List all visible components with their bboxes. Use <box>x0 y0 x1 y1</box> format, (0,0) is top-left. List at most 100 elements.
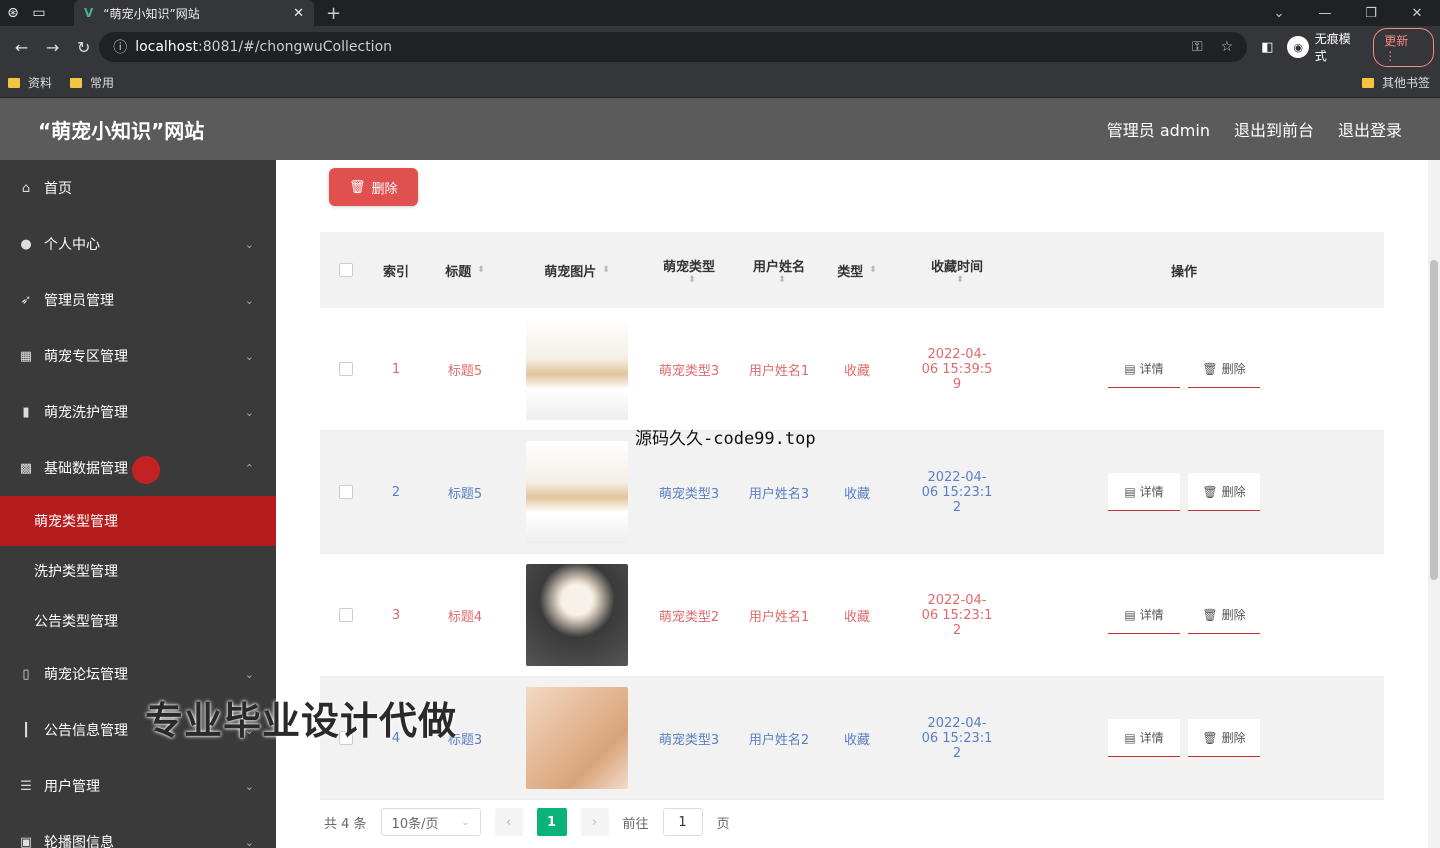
chevron-down-icon: ⌄ <box>244 237 254 251</box>
scroll-thumb[interactable] <box>1430 260 1438 580</box>
sort-icon[interactable]: ⬍ <box>602 265 610 275</box>
detail-button[interactable]: ▤ 详情 <box>1108 596 1180 634</box>
bookmark-star-icon[interactable]: ☆ <box>1221 39 1234 55</box>
page-number-current[interactable]: 1 <box>536 808 567 836</box>
maximize-button[interactable]: ❐ <box>1348 6 1394 21</box>
detail-button[interactable]: ▤ 详情 <box>1108 350 1180 388</box>
other-bookmarks[interactable]: 其他书签 <box>1361 74 1430 91</box>
close-tab-icon[interactable]: ✕ <box>293 6 304 21</box>
page-size-select[interactable]: 10条/页 ⌄ <box>380 808 481 836</box>
sidebar-item-home[interactable]: ⌂ 首页 <box>0 160 276 216</box>
sidebar-subitem-notice-type[interactable]: 公告类型管理 <box>0 596 276 646</box>
vertical-scrollbar[interactable] <box>1428 160 1440 848</box>
cell-user: 用户姓名1 <box>748 609 810 625</box>
cell-pet-type: 萌宠类型2 <box>658 609 720 625</box>
pet-image[interactable] <box>526 318 628 420</box>
update-button[interactable]: 更新 ⋮ <box>1373 27 1434 67</box>
cell-index: 2 <box>391 484 401 500</box>
col-time[interactable]: 收藏时间 ⬍ <box>890 256 1024 285</box>
chevron-down-icon: ⌄ <box>244 835 254 848</box>
col-index: 索引 <box>382 264 409 280</box>
trash-icon: 🗑 <box>1202 484 1218 499</box>
sort-icon[interactable]: ⬍ <box>778 275 786 285</box>
sidebar-subitem-pet-type[interactable]: 萌宠类型管理 <box>0 496 276 546</box>
reload-button[interactable]: ↻ <box>68 38 99 57</box>
url-host: localhost <box>135 39 199 55</box>
sidebar-subitem-care-type[interactable]: 洗护类型管理 <box>0 546 276 596</box>
trash-icon: 🗑 <box>1202 361 1218 376</box>
delete-button[interactable]: 🗑 删除 <box>1188 473 1260 511</box>
list-icon: ☰ <box>20 778 32 794</box>
url-path: :8081/#/chongwuCollection <box>198 39 393 55</box>
trash-icon: 🗑 <box>1202 730 1218 745</box>
goto-page-input[interactable]: 1 <box>662 808 703 836</box>
logout-link[interactable]: 退出登录 <box>1338 117 1402 141</box>
incognito-indicator[interactable]: ◉ 无痕模式 <box>1287 30 1361 64</box>
chevron-down-icon: ⌄ <box>244 779 254 793</box>
next-page-button[interactable]: › <box>580 808 609 836</box>
back-to-front-link[interactable]: 退出到前台 <box>1234 117 1314 141</box>
sidebar-item-base-data[interactable]: ▩ 基础数据管理 ⌃ <box>0 440 276 496</box>
bar-icon: ┃ <box>22 722 30 738</box>
chevron-down-icon: ⌄ <box>244 293 254 307</box>
sidebar-item-pet-zone[interactable]: ▦ 萌宠专区管理 ⌄ <box>0 328 276 384</box>
batch-delete-button[interactable]: 🗑 删除 <box>329 168 418 206</box>
detail-button[interactable]: ▤ 详情 <box>1108 719 1180 757</box>
bookmark-folder-2[interactable]: 常用 <box>70 74 114 91</box>
info-icon[interactable]: ⓘ <box>113 37 127 57</box>
new-tab-button[interactable]: + <box>326 3 341 24</box>
table-row: 4 标题3 萌宠类型3 用户姓名2 收藏 2022-04- 06 15:23:1 2… <box>320 677 1384 800</box>
sidebar-item-users[interactable]: ☰ 用户管理 ⌄ <box>0 758 276 814</box>
cell-time: 2022-04- 06 15:23:1 2 <box>921 592 993 638</box>
col-user-name[interactable]: 用户姓名 ⬍ <box>734 256 824 285</box>
minimize-button[interactable]: — <box>1302 6 1348 21</box>
side-panel-icon[interactable]: ◧ <box>1261 40 1273 55</box>
browser-tab[interactable]: V “萌宠小知识”网站 ✕ <box>74 0 314 26</box>
delete-button[interactable]: 🗑 删除 <box>1188 596 1260 634</box>
delete-button[interactable]: 🗑 删除 <box>1188 719 1260 757</box>
cell-type: 收藏 <box>843 732 870 748</box>
col-title[interactable]: 标题 ⬍ <box>420 261 510 280</box>
detail-button[interactable]: ▤ 详情 <box>1108 473 1180 511</box>
pet-image[interactable] <box>526 687 628 789</box>
source-watermark: 源码久久-code99.top <box>635 429 816 449</box>
col-pet-type[interactable]: 萌宠类型 ⬍ <box>644 256 734 285</box>
table-row: 2 标题5 萌宠类型3 用户姓名3 收藏 2022-04- 06 15:23:1 2… <box>320 431 1384 554</box>
sort-icon[interactable]: ⬍ <box>869 265 877 275</box>
total-count: 共 4 条 <box>324 816 367 832</box>
data-icon: ▩ <box>19 460 33 476</box>
incognito-icon: ◉ <box>1287 36 1309 58</box>
sidebar-item-carousel[interactable]: ▣ 轮播图信息 ⌄ <box>0 814 276 848</box>
back-button[interactable]: ← <box>6 38 37 57</box>
sidebar-item-pet-care[interactable]: ▮ 萌宠洗护管理 ⌄ <box>0 384 276 440</box>
browser-menu-icon[interactable]: ⊛ <box>0 0 26 26</box>
delete-button[interactable]: 🗑 删除 <box>1188 350 1260 388</box>
prev-page-button[interactable]: ‹ <box>494 808 523 836</box>
key-icon[interactable]: ⚿ <box>1192 39 1203 55</box>
chart-icon: ▮ <box>22 404 30 420</box>
sort-icon[interactable]: ⬍ <box>477 265 485 275</box>
cell-user: 用户姓名3 <box>748 486 810 502</box>
sidebar-item-profile[interactable]: ● 个人中心 ⌄ <box>0 216 276 272</box>
sort-icon[interactable]: ⬍ <box>688 275 696 285</box>
tab-list-icon[interactable]: ⌄ <box>1256 6 1302 21</box>
tab-search-icon[interactable]: ▭ <box>26 0 52 26</box>
row-checkbox[interactable] <box>339 362 353 376</box>
forward-button[interactable]: → <box>37 38 68 57</box>
pet-image[interactable] <box>526 441 628 543</box>
pet-image[interactable] <box>526 564 628 666</box>
cell-pet-type: 萌宠类型3 <box>658 363 720 379</box>
sort-icon[interactable]: ⬍ <box>956 275 964 285</box>
pagination: 共 4 条 10条/页 ⌄ ‹ 1 › 前往 1 页 <box>320 802 1396 842</box>
address-bar[interactable]: ⓘ localhost :8081/#/chongwuCollection ⚿ … <box>99 32 1248 62</box>
cell-title: 标题4 <box>447 609 483 625</box>
col-image[interactable]: 萌宠图片 ⬍ <box>510 261 644 280</box>
close-window-button[interactable]: ✕ <box>1394 6 1440 21</box>
cell-time: 2022-04- 06 15:23:1 2 <box>921 715 993 761</box>
row-checkbox[interactable] <box>339 608 353 622</box>
bookmark-folder-1[interactable]: 资料 <box>8 74 52 91</box>
row-checkbox[interactable] <box>339 485 353 499</box>
col-type[interactable]: 类型 ⬍ <box>824 261 890 280</box>
sidebar-item-admins[interactable]: ➶ 管理员管理 ⌄ <box>0 272 276 328</box>
select-all-checkbox[interactable] <box>339 263 353 277</box>
